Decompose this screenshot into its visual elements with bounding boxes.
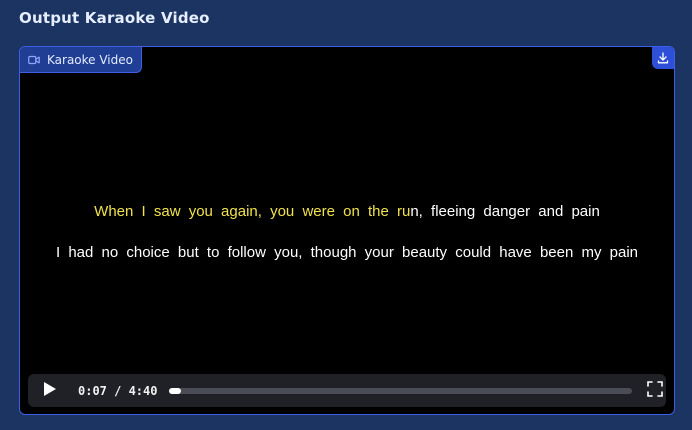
lyric-unsung-text: n, fleeing danger and pain <box>410 203 600 220</box>
section-title: Output Karaoke Video <box>19 9 210 27</box>
progress-bar[interactable] <box>169 387 633 394</box>
time-display: 0:07 / 4:40 <box>78 383 158 398</box>
video-panel: Karaoke Video When I saw you again, you … <box>19 46 675 415</box>
lyric-unsung-text: I had no choice but to follow you, thoug… <box>55 244 639 261</box>
play-icon <box>43 381 57 401</box>
lyric-line-current: When I saw you again, you were on the ru… <box>20 202 674 243</box>
video-camera-icon <box>28 55 40 65</box>
fullscreen-icon <box>647 380 664 401</box>
video-controls: 0:07 / 4:40 <box>28 374 666 407</box>
video-label: Karaoke Video <box>47 52 133 67</box>
fullscreen-button[interactable] <box>646 380 664 401</box>
video-label-tab: Karaoke Video <box>20 47 142 73</box>
play-button[interactable] <box>38 379 62 403</box>
download-icon <box>657 49 669 68</box>
lyric-sung-text: When I saw you again, you were on the ru <box>94 203 411 220</box>
download-button[interactable] <box>652 47 674 69</box>
lyrics-overlay: When I saw you again, you were on the ru… <box>20 202 674 284</box>
progress-fill <box>169 387 182 394</box>
lyric-line-next: I had no choice but to follow you, thoug… <box>20 243 674 284</box>
